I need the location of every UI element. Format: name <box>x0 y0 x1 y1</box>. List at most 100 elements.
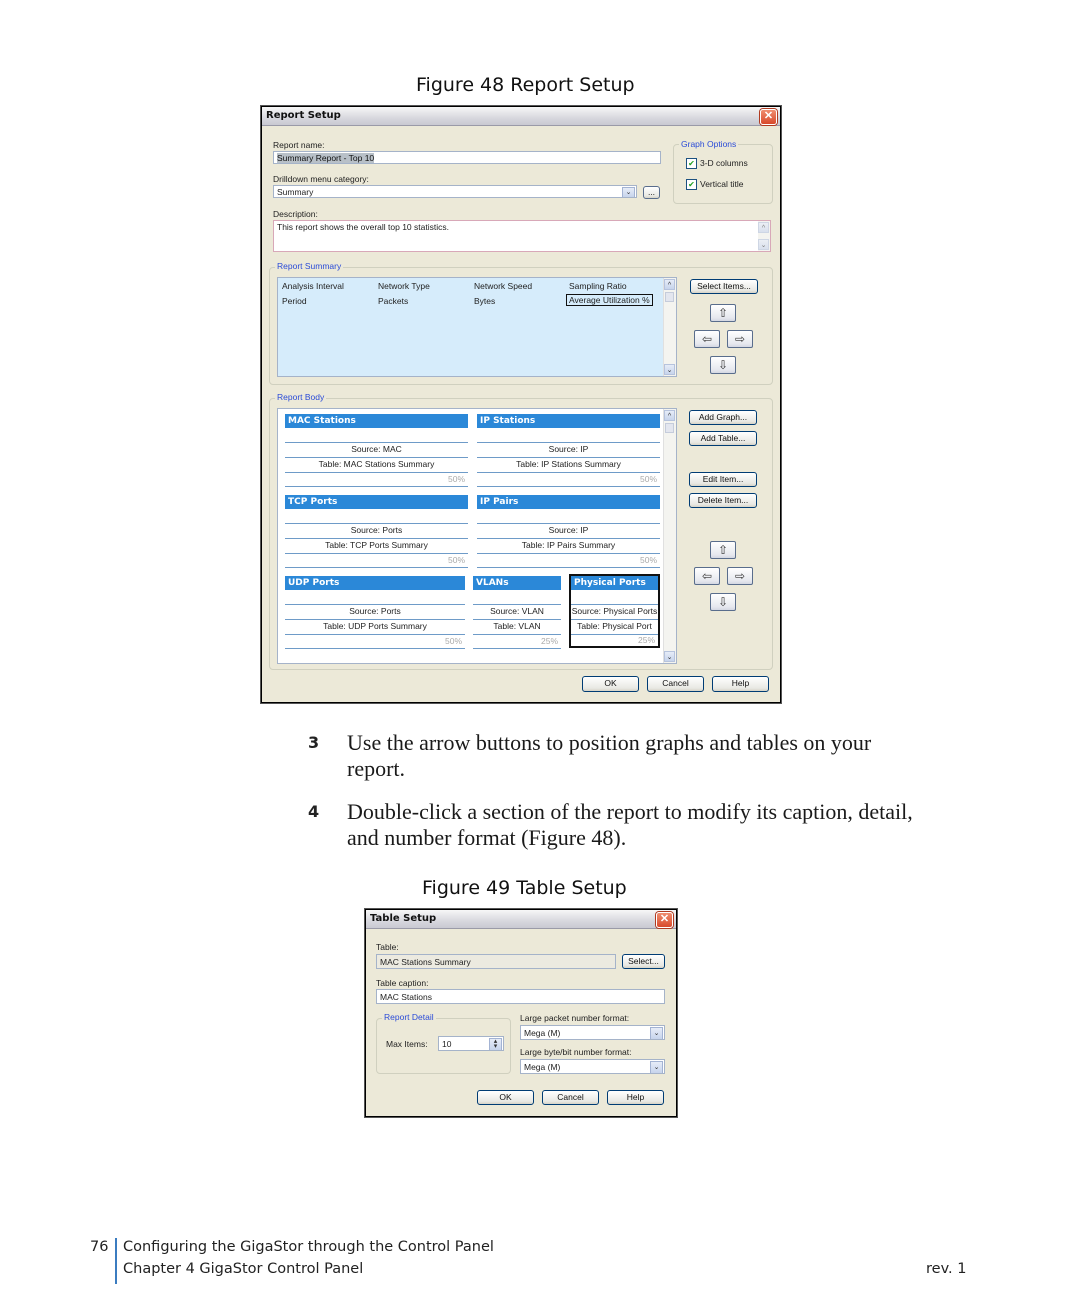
drilldown-select[interactable]: Summary ⌄ <box>273 185 637 198</box>
report-summary-list[interactable]: Analysis Interval Network Type Network S… <box>277 277 677 377</box>
move-right-button[interactable]: ⇨ <box>727 567 753 585</box>
body-section-udp-ports[interactable]: UDP Ports Source: Ports Table: UDP Ports… <box>285 576 465 649</box>
scroll-up-icon[interactable]: ^ <box>664 410 675 421</box>
byte-format-label: Large byte/bit number format: <box>520 1047 632 1057</box>
scroll-up-icon[interactable]: ^ <box>758 222 769 233</box>
description-scrollbar[interactable]: ^ ⌄ <box>758 221 770 251</box>
table-field: MAC Stations Summary <box>376 954 616 969</box>
add-table-button[interactable]: Add Table... <box>689 431 757 446</box>
report-detail-title: Report Detail <box>382 1012 436 1022</box>
move-left-button[interactable]: ⇦ <box>694 330 720 348</box>
arrow-right-icon: ⇨ <box>734 332 746 346</box>
close-button[interactable]: ✕ <box>656 912 673 928</box>
option-3d-columns[interactable]: ✔ 3-D columns <box>686 158 748 170</box>
body-section-ip-stations[interactable]: IP Stations Source: IP Table: IP Station… <box>477 414 660 487</box>
graph-options-title: Graph Options <box>679 139 739 149</box>
body-section-mac-stations[interactable]: MAC Stations Source: MAC Table: MAC Stat… <box>285 414 468 487</box>
select-items-button[interactable]: Select Items... <box>690 279 758 294</box>
chevron-down-icon[interactable]: ⌄ <box>650 1061 663 1073</box>
summary-item[interactable]: Sampling Ratio <box>569 281 627 291</box>
graph-options-group: Graph Options ✔ 3-D columns ✔ Vertical tit… <box>673 139 773 204</box>
max-items-stepper[interactable]: 10 ▴ ▾ <box>438 1036 504 1051</box>
close-icon: ✕ <box>659 913 670 925</box>
move-up-button[interactable]: ⇧ <box>710 541 736 559</box>
title-bar: Table Setup ✕ <box>366 910 676 929</box>
report-summary-title: Report Summary <box>275 261 344 271</box>
description-input[interactable]: This report shows the overall top 10 sta… <box>273 220 771 252</box>
scroll-thumb[interactable] <box>665 292 674 302</box>
packet-format-select[interactable]: Mega (M) ⌄ <box>520 1025 665 1040</box>
section-width: 50% <box>447 474 465 484</box>
section-caption: UDP Ports <box>285 576 465 590</box>
report-body-title: Report Body <box>275 392 327 402</box>
checkbox-checked-icon[interactable]: ✔ <box>686 179 697 191</box>
section-caption: Physical Ports <box>571 576 658 590</box>
summary-item[interactable]: Bytes <box>474 296 495 306</box>
cancel-button[interactable]: Cancel <box>647 676 704 692</box>
close-button[interactable]: ✕ <box>760 109 777 125</box>
description-label: Description: <box>273 209 318 219</box>
scroll-up-icon[interactable]: ^ <box>664 279 675 290</box>
ok-button[interactable]: OK <box>582 676 639 692</box>
report-body-list[interactable]: MAC Stations Source: MAC Table: MAC Stat… <box>277 408 677 664</box>
arrow-left-icon: ⇦ <box>701 332 713 346</box>
spinner-icon[interactable]: ▴ ▾ <box>489 1038 502 1050</box>
section-source: Source: Ports <box>349 606 401 616</box>
summary-item-selected[interactable]: Average Utilization % <box>566 294 653 306</box>
browse-category-button[interactable]: ... <box>643 186 660 199</box>
packet-format-value: Mega (M) <box>524 1028 561 1038</box>
option-label: 3-D columns <box>700 158 748 168</box>
body-section-tcp-ports[interactable]: TCP Ports Source: Ports Table: TCP Ports… <box>285 495 468 568</box>
max-items-label: Max Items: <box>386 1039 428 1049</box>
table-label: Table: <box>376 942 399 952</box>
summary-item[interactable]: Analysis Interval <box>282 281 344 291</box>
section-caption: IP Pairs <box>477 495 660 509</box>
move-down-button[interactable]: ⇩ <box>710 593 736 611</box>
help-button[interactable]: Help <box>712 676 769 692</box>
report-detail-group: Report Detail Max Items: 10 ▴ ▾ <box>376 1012 511 1074</box>
report-setup-dialog: Report Setup ✕ Report name: Summary Repo… <box>260 105 782 704</box>
arrow-right-icon: ⇨ <box>734 569 746 583</box>
body-section-ip-pairs[interactable]: IP Pairs Source: IP Table: IP Pairs Summ… <box>477 495 660 568</box>
section-source: Source: IP <box>548 525 589 535</box>
help-button[interactable]: Help <box>607 1090 664 1105</box>
body-section-physical-ports[interactable]: Physical Ports Source: Physical Ports Ta… <box>569 574 660 648</box>
option-vertical-title[interactable]: ✔ Vertical title <box>686 179 744 191</box>
scroll-down-icon[interactable]: ⌄ <box>664 651 675 662</box>
footer-revision: rev. 1 <box>926 1261 967 1277</box>
add-graph-button[interactable]: Add Graph... <box>689 410 757 425</box>
summary-item[interactable]: Period <box>282 296 307 306</box>
table-caption-input[interactable]: MAC Stations <box>376 989 665 1004</box>
checkbox-checked-icon[interactable]: ✔ <box>686 158 697 170</box>
section-caption: TCP Ports <box>285 495 468 509</box>
edit-item-button[interactable]: Edit Item... <box>689 472 757 487</box>
summary-scrollbar[interactable]: ^ ⌄ <box>663 278 676 376</box>
drilldown-label: Drilldown menu category: <box>273 174 369 184</box>
section-source: Source: MAC <box>351 444 402 454</box>
section-table: Table: IP Pairs Summary <box>521 540 616 550</box>
body-scrollbar[interactable]: ^ ⌄ <box>663 409 676 663</box>
report-name-input[interactable]: Summary Report - Top 10 <box>273 151 661 164</box>
move-up-button[interactable]: ⇧ <box>710 304 736 322</box>
summary-item[interactable]: Network Type <box>378 281 430 291</box>
byte-format-select[interactable]: Mega (M) ⌄ <box>520 1059 665 1074</box>
cancel-button[interactable]: Cancel <box>542 1090 599 1105</box>
scroll-thumb[interactable] <box>665 423 674 433</box>
scroll-down-icon[interactable]: ⌄ <box>758 239 769 250</box>
select-table-button[interactable]: Select... <box>622 954 665 969</box>
arrow-down-icon: ⇩ <box>717 595 729 609</box>
delete-item-button[interactable]: Delete Item... <box>689 493 757 508</box>
summary-item[interactable]: Packets <box>378 296 408 306</box>
ok-button[interactable]: OK <box>477 1090 534 1105</box>
summary-item[interactable]: Network Speed <box>474 281 532 291</box>
scroll-down-icon[interactable]: ⌄ <box>664 364 675 375</box>
report-summary-group: Report Summary Analysis Interval Network… <box>269 261 773 385</box>
option-label: Vertical title <box>700 179 744 189</box>
move-down-button[interactable]: ⇩ <box>710 356 736 374</box>
section-source: Source: VLAN <box>490 606 544 616</box>
move-right-button[interactable]: ⇨ <box>727 330 753 348</box>
body-section-vlans[interactable]: VLANs Source: VLAN Table: VLAN 25% <box>473 576 561 649</box>
move-left-button[interactable]: ⇦ <box>694 567 720 585</box>
chevron-down-icon[interactable]: ⌄ <box>622 187 635 197</box>
chevron-down-icon[interactable]: ⌄ <box>650 1027 663 1039</box>
